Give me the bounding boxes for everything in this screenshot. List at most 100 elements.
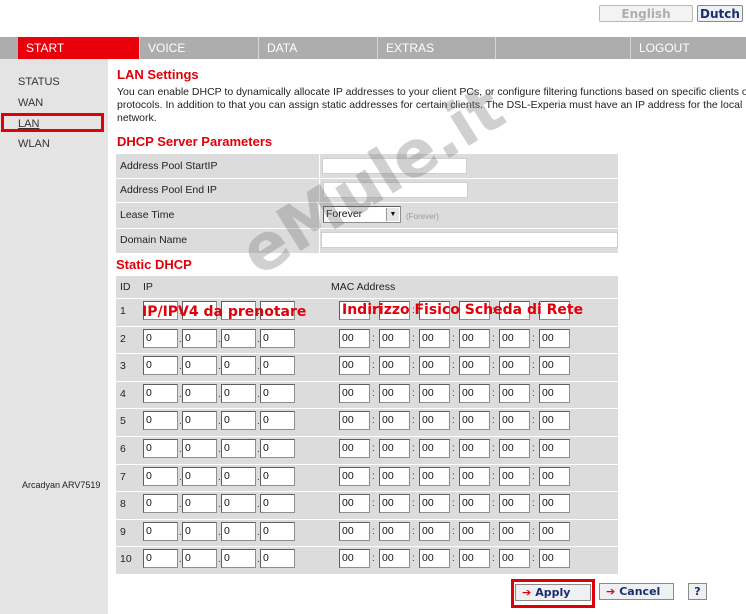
ip-octet-input[interactable]: 0 [260,384,295,403]
ip-octet-input[interactable]: 0 [182,411,217,430]
mac-octet-input[interactable]: 00 [539,356,570,375]
mac-octet-input[interactable]: 00 [499,439,530,458]
ip-octet-input[interactable]: 0 [221,356,256,375]
mac-octet-input[interactable]: 00 [339,329,370,348]
ip-octet-input[interactable]: 0 [260,439,295,458]
cancel-button[interactable]: ➔ Cancel [599,583,674,600]
mac-octet-input[interactable]: 00 [459,494,490,513]
tab-data[interactable]: DATA [258,37,377,59]
ip-octet-input[interactable]: 0 [260,356,295,375]
mac-octet-input[interactable]: 00 [339,467,370,486]
ip-octet-input[interactable]: 0 [182,549,217,568]
mac-octet-input[interactable]: 00 [459,329,490,348]
ip-octet-input[interactable]: 0 [260,494,295,513]
mac-octet-input[interactable]: 00 [539,439,570,458]
ip-octet-input[interactable]: 0 [260,549,295,568]
lease-time-select[interactable]: Forever ▼ [323,206,401,223]
mac-octet-input[interactable]: 00 [499,411,530,430]
mac-octet-input[interactable]: 00 [339,439,370,458]
mac-octet-input[interactable]: 00 [419,411,450,430]
mac-octet-input[interactable]: 00 [539,384,570,403]
ip-octet-input[interactable]: 0 [221,411,256,430]
ip-octet-input[interactable]: 0 [143,522,178,541]
ip-octet-input[interactable]: 0 [143,411,178,430]
mac-octet-input[interactable]: 00 [539,522,570,541]
sidebar-item-status[interactable]: STATUS [18,76,60,88]
ip-octet-input[interactable]: 0 [260,411,295,430]
ip-octet-input[interactable]: 0 [182,356,217,375]
tab-voice[interactable]: VOICE [139,37,258,59]
ip-octet-input[interactable]: 0 [221,467,256,486]
ip-octet-input[interactable]: 0 [260,467,295,486]
mac-octet-input[interactable]: 00 [339,549,370,568]
mac-octet-input[interactable]: 00 [379,439,410,458]
ip-octet-input[interactable]: 0 [143,467,178,486]
mac-octet-input[interactable]: 00 [539,329,570,348]
mac-octet-input[interactable]: 00 [459,549,490,568]
domain-name-input[interactable] [321,232,618,248]
mac-octet-input[interactable]: 00 [419,356,450,375]
ip-octet-input[interactable]: 0 [182,384,217,403]
mac-octet-input[interactable]: 00 [499,467,530,486]
mac-octet-input[interactable]: 00 [379,494,410,513]
ip-octet-input[interactable]: 0 [143,549,178,568]
mac-octet-input[interactable]: 00 [539,549,570,568]
mac-octet-input[interactable]: 00 [419,384,450,403]
ip-octet-input[interactable]: 0 [182,329,217,348]
ip-octet-input[interactable]: 0 [182,467,217,486]
pool-end-input[interactable] [323,182,468,198]
ip-octet-input[interactable]: 0 [182,522,217,541]
pool-start-input[interactable] [322,158,467,174]
mac-octet-input[interactable]: 00 [379,384,410,403]
mac-octet-input[interactable]: 00 [339,356,370,375]
tab-extras[interactable]: EXTRAS [377,37,495,59]
mac-octet-input[interactable]: 00 [419,439,450,458]
mac-octet-input[interactable]: 00 [499,522,530,541]
ip-octet-input[interactable]: 0 [221,494,256,513]
mac-octet-input[interactable]: 00 [379,467,410,486]
ip-octet-input[interactable]: 0 [143,494,178,513]
ip-octet-input[interactable]: 0 [143,384,178,403]
ip-octet-input[interactable]: 0 [221,329,256,348]
mac-octet-input[interactable]: 00 [499,549,530,568]
mac-octet-input[interactable]: 00 [419,329,450,348]
mac-octet-input[interactable]: 00 [499,494,530,513]
apply-button[interactable]: ➔ Apply [515,584,591,601]
dutch-language-button[interactable]: Dutch [697,5,743,22]
mac-octet-input[interactable]: 00 [339,522,370,541]
mac-octet-input[interactable]: 00 [379,522,410,541]
sidebar-item-wlan[interactable]: WLAN [18,138,50,150]
mac-octet-input[interactable]: 00 [379,356,410,375]
mac-octet-input[interactable]: 00 [339,411,370,430]
mac-octet-input[interactable]: 00 [419,522,450,541]
mac-octet-input[interactable]: 00 [419,494,450,513]
ip-octet-input[interactable]: 0 [221,522,256,541]
tab-start[interactable]: START [18,37,139,59]
mac-octet-input[interactable]: 00 [499,329,530,348]
mac-octet-input[interactable]: 00 [459,384,490,403]
mac-octet-input[interactable]: 00 [539,411,570,430]
mac-octet-input[interactable]: 00 [459,439,490,458]
mac-octet-input[interactable]: 00 [459,411,490,430]
ip-octet-input[interactable]: 0 [143,439,178,458]
ip-octet-input[interactable]: 0 [260,522,295,541]
mac-octet-input[interactable]: 00 [499,356,530,375]
tab-logout[interactable]: LOGOUT [630,37,746,59]
mac-octet-input[interactable]: 00 [459,467,490,486]
mac-octet-input[interactable]: 00 [379,411,410,430]
ip-octet-input[interactable]: 0 [221,549,256,568]
ip-octet-input[interactable]: 0 [182,494,217,513]
mac-octet-input[interactable]: 00 [379,329,410,348]
mac-octet-input[interactable]: 00 [459,356,490,375]
ip-octet-input[interactable]: 0 [143,329,178,348]
mac-octet-input[interactable]: 00 [419,467,450,486]
ip-octet-input[interactable]: 0 [182,439,217,458]
ip-octet-input[interactable]: 0 [221,384,256,403]
mac-octet-input[interactable]: 00 [539,494,570,513]
ip-octet-input[interactable]: 0 [260,329,295,348]
mac-octet-input[interactable]: 00 [419,549,450,568]
mac-octet-input[interactable]: 00 [339,384,370,403]
mac-octet-input[interactable]: 00 [499,384,530,403]
sidebar-item-wan[interactable]: WAN [18,97,43,109]
help-button[interactable]: ? [688,583,707,600]
